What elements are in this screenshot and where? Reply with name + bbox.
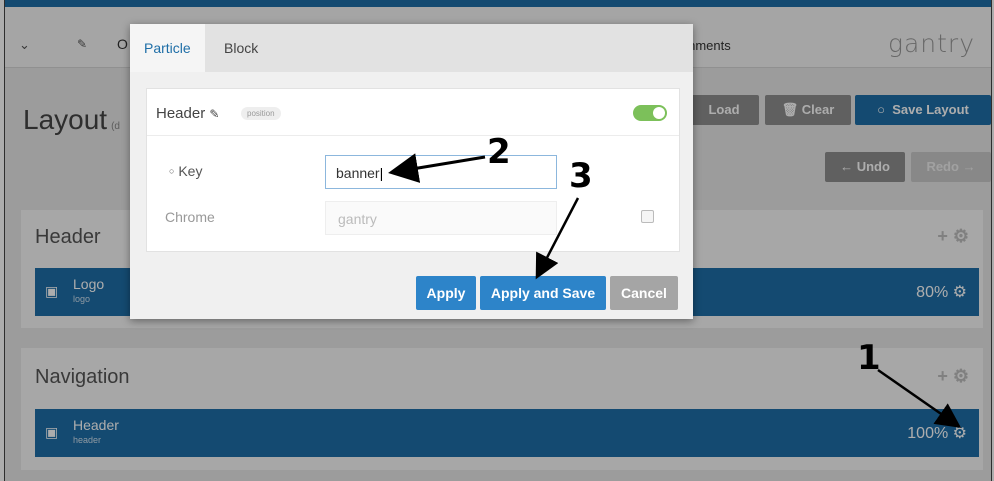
annotation-arrows — [388, 153, 962, 428]
annotation-arrow-1 — [877, 368, 962, 428]
annotation-number-1: 1 — [857, 338, 881, 378]
annotation-arrow-3 — [535, 197, 580, 280]
annotation-arrow-2 — [388, 153, 486, 183]
annotation-number-2: 2 — [487, 132, 511, 172]
annotation-number-3: 3 — [569, 156, 593, 196]
